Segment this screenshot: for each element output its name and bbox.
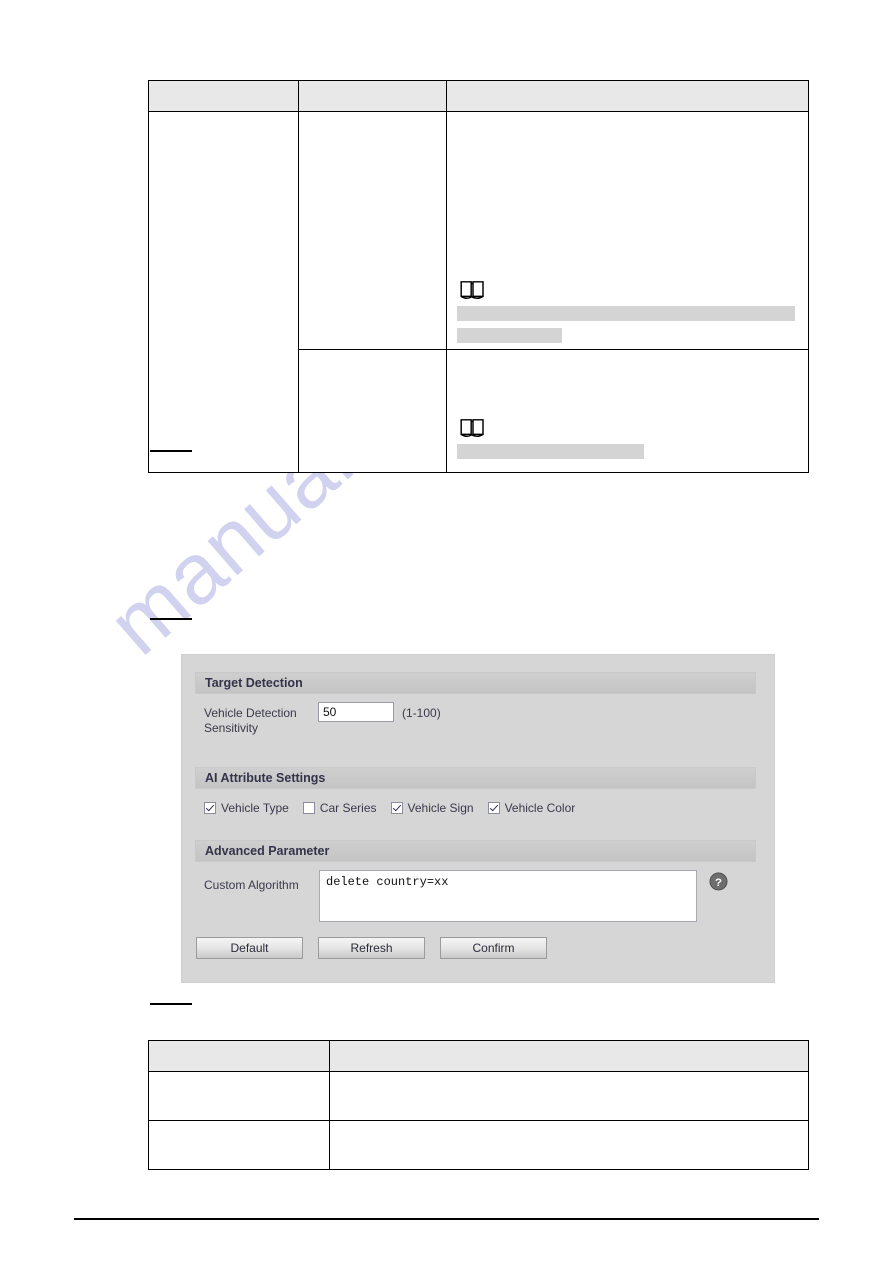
checkbox-vehicle-type[interactable]: Vehicle Type bbox=[204, 801, 289, 815]
checkbox-label: Car Series bbox=[319, 801, 377, 815]
checkbox-car-series[interactable]: Car Series bbox=[302, 801, 377, 815]
checkbox-vehicle-sign[interactable]: Vehicle Sign bbox=[390, 801, 474, 815]
table-cell-parameter-group bbox=[148, 111, 299, 473]
refresh-button[interactable]: Refresh bbox=[318, 937, 425, 959]
table-cell-description bbox=[446, 349, 809, 473]
parameter-description-table-bottom bbox=[148, 1040, 809, 1170]
table-cell-description bbox=[329, 1071, 809, 1121]
table-row bbox=[148, 1071, 809, 1121]
page-footer-rule bbox=[74, 1218, 819, 1220]
table-header-cell-description bbox=[329, 1040, 809, 1072]
help-question-icon[interactable]: ? bbox=[709, 872, 728, 891]
custom-algorithm-label: Custom Algorithm bbox=[204, 878, 299, 892]
table-header-cell-parameter bbox=[148, 1040, 330, 1072]
checkbox-checked-icon[interactable] bbox=[487, 802, 500, 814]
table-cell-parameter bbox=[148, 1120, 330, 1170]
checkbox-unchecked-icon[interactable] bbox=[302, 802, 315, 814]
redacted-text-line bbox=[457, 328, 562, 343]
table-header-cell-1 bbox=[148, 80, 299, 112]
panel-button-row: Default Refresh Confirm bbox=[196, 937, 547, 959]
table-caption-rule bbox=[150, 1003, 192, 1005]
section-header-ai-attribute-settings: AI Attribute Settings bbox=[195, 767, 756, 789]
checkbox-label: Vehicle Sign bbox=[407, 801, 474, 815]
redacted-text-line bbox=[457, 306, 795, 321]
vehicle-detection-sensitivity-label: Vehicle Detection Sensitivity bbox=[204, 706, 297, 735]
table-cell-parameter-name bbox=[298, 349, 447, 473]
ai-attribute-checkbox-row: Vehicle Type Car Series Vehicle Sign Veh… bbox=[204, 801, 575, 815]
book-note-icon bbox=[460, 281, 484, 300]
checkbox-checked-icon[interactable] bbox=[204, 802, 216, 814]
table-cell-parameter bbox=[148, 1071, 330, 1121]
section-header-advanced-parameter: Advanced Parameter bbox=[195, 840, 756, 862]
section-header-target-detection: Target Detection bbox=[195, 672, 756, 694]
book-note-icon bbox=[460, 419, 484, 438]
custom-algorithm-textarea[interactable]: delete country=xx bbox=[319, 870, 697, 922]
device-config-panel: Target Detection Vehicle Detection Sensi… bbox=[181, 654, 775, 983]
redacted-text-line bbox=[457, 444, 644, 459]
table-header-cell-3 bbox=[446, 80, 809, 112]
table-header-cell-2 bbox=[298, 80, 447, 112]
table-row bbox=[148, 1120, 809, 1170]
table-cell-description bbox=[329, 1120, 809, 1170]
svg-text:?: ? bbox=[715, 877, 722, 889]
confirm-button[interactable]: Confirm bbox=[440, 937, 547, 959]
table-row bbox=[148, 111, 809, 473]
checkbox-label: Vehicle Color bbox=[504, 801, 576, 815]
note-block bbox=[447, 272, 808, 349]
vehicle-detection-sensitivity-input[interactable]: 50 bbox=[318, 702, 394, 722]
checkbox-label: Vehicle Type bbox=[221, 801, 289, 815]
sensitivity-range-hint: (1-100) bbox=[402, 706, 441, 720]
figure-caption-rule bbox=[150, 618, 192, 620]
checkbox-vehicle-color[interactable]: Vehicle Color bbox=[487, 801, 576, 815]
table-header-row bbox=[148, 1040, 809, 1072]
figure-caption-rule bbox=[150, 450, 192, 452]
parameter-description-table-top bbox=[148, 80, 809, 473]
table-cell-parameter-name bbox=[298, 111, 447, 350]
checkbox-checked-icon[interactable] bbox=[390, 802, 403, 814]
table-header-row bbox=[148, 80, 809, 112]
default-button[interactable]: Default bbox=[196, 937, 303, 959]
note-block bbox=[447, 410, 808, 465]
table-cell-description bbox=[446, 111, 809, 350]
document-page: Target Detection Vehicle Detection Sensi… bbox=[0, 0, 893, 1263]
